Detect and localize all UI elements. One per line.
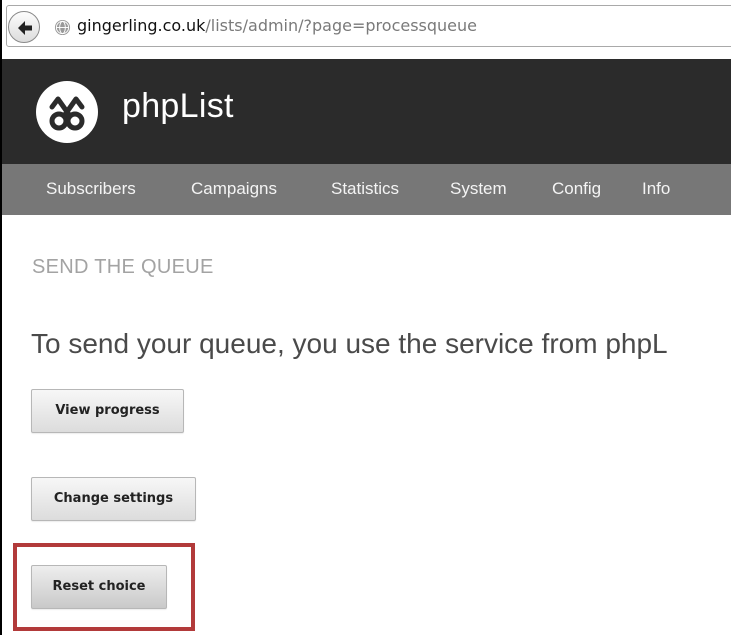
- nav-item-statistics[interactable]: Statistics: [331, 179, 399, 199]
- nav-item-system[interactable]: System: [450, 179, 507, 199]
- nav-item-config[interactable]: Config: [552, 179, 601, 199]
- site-header: phpList: [2, 59, 731, 164]
- screenshot-frame: gingerling.co.uk/lists/admin/?page=proce…: [0, 0, 731, 635]
- nav-item-subscribers[interactable]: Subscribers: [46, 179, 136, 199]
- view-progress-button[interactable]: View progress: [31, 389, 184, 433]
- globe-icon: [54, 19, 71, 36]
- intro-text: To send your queue, you use the service …: [31, 328, 668, 359]
- url-text[interactable]: gingerling.co.uk/lists/admin/?page=proce…: [77, 15, 477, 37]
- main-nav: Subscribers Campaigns Statistics System …: [2, 164, 731, 215]
- page-title: SEND THE QUEUE: [32, 256, 214, 278]
- change-settings-button[interactable]: Change settings: [31, 477, 196, 521]
- highlight-box: [13, 543, 195, 631]
- brand-name[interactable]: phpList: [122, 87, 234, 126]
- nav-item-info[interactable]: Info: [642, 179, 670, 199]
- url-path: /lists/admin/?page=processqueue: [205, 16, 477, 35]
- back-button[interactable]: [8, 11, 40, 43]
- url-host: gingerling.co.uk: [77, 16, 206, 35]
- back-arrow-icon: [18, 21, 32, 35]
- phplist-logo-icon[interactable]: [36, 81, 98, 143]
- nav-item-campaigns[interactable]: Campaigns: [191, 179, 277, 199]
